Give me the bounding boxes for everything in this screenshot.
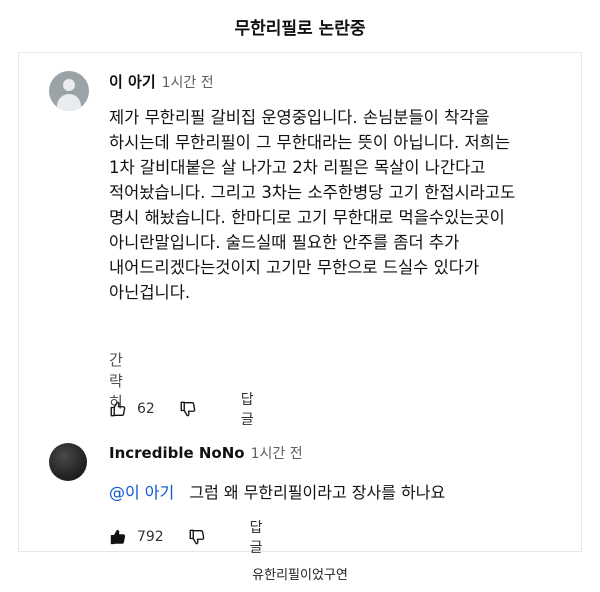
like-count: 792 [136, 529, 164, 545]
mention-link[interactable]: @이 아기 [109, 483, 174, 502]
avatar[interactable] [49, 71, 89, 111]
like-count: 62 [136, 401, 155, 417]
comment-time[interactable]: 1시간 전 [251, 446, 303, 462]
reply-button[interactable]: 답글 [250, 517, 271, 557]
thumbs-up-outline-icon[interactable] [109, 398, 127, 420]
comment-actions: 792 답글 [109, 520, 271, 556]
comment-actions: 62 답글 [109, 392, 262, 428]
thumbs-up-filled-icon[interactable] [109, 526, 127, 548]
avatar[interactable] [49, 443, 87, 481]
comment-screenshot: 이 아기 1시간 전 제가 무한리필 갈비집 운영중입니다. 손님분들이 착각을 … [18, 52, 582, 556]
thumbs-down-outline-icon[interactable] [179, 398, 197, 420]
comment-time[interactable]: 1시간 전 [162, 75, 214, 91]
comment-header: 이 아기 1시간 전 [109, 71, 214, 92]
comment-body: @이 아기 그럼 왜 무한리필이라고 장사를 하나요 [109, 479, 445, 503]
author-name[interactable]: 이 아기 [109, 73, 156, 91]
comment-body: 제가 무한리필 갈비집 운영중입니다. 손님분들이 착각을 하시는데 무한리필이… [109, 108, 516, 302]
thumbs-down-outline-icon[interactable] [188, 526, 206, 548]
author-name[interactable]: Incredible NoNo [109, 444, 245, 462]
post-title: 무한리필로 논란중 [234, 19, 366, 39]
comment-header: Incredible NoNo 1시간 전 [109, 443, 303, 463]
reply-button[interactable]: 답글 [241, 389, 262, 429]
caption: 유한리필이었구연 [252, 568, 348, 583]
comment-body-text: 그럼 왜 무한리필이라고 장사를 하나요 [189, 483, 446, 502]
